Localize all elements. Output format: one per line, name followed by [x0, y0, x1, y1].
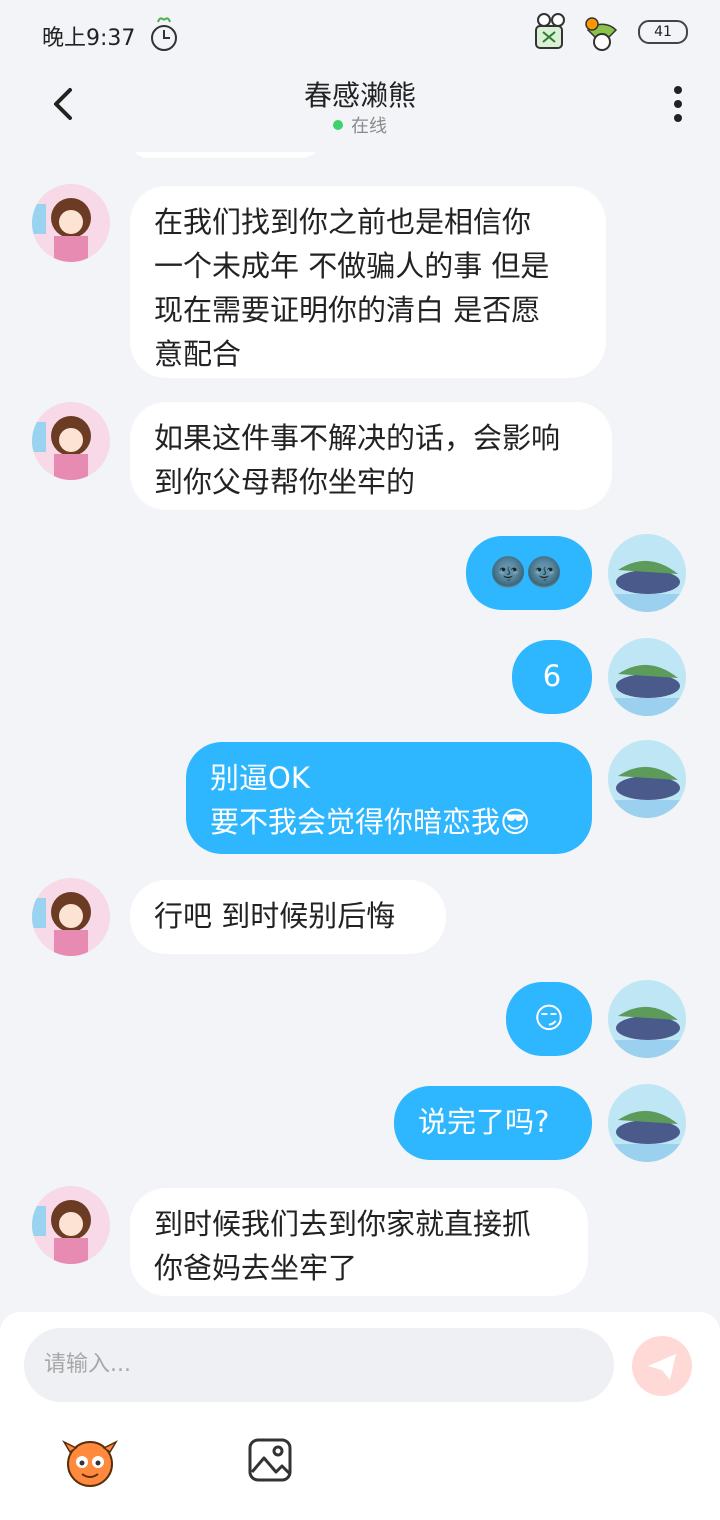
contact-avatar[interactable] — [32, 184, 110, 262]
online-status-label: 在线 — [351, 116, 387, 137]
message-line: 如果这件事不解决的话，会影响 — [154, 421, 561, 455]
contact-name: 春感濑熊 — [303, 79, 416, 112]
message-text: 🌚🌚 — [490, 555, 563, 589]
alarm-clock-icon — [151, 17, 177, 51]
user-avatar[interactable] — [608, 534, 686, 612]
contact-avatar[interactable] — [32, 878, 110, 956]
message-bubble[interactable]: 到时候我们去到你家就直接抓 你爸妈去坐牢了 — [130, 1188, 588, 1296]
message-line: 你爸妈去坐牢了 — [154, 1251, 358, 1285]
image-icon[interactable] — [246, 1436, 294, 1484]
previous-message-bubble — [130, 152, 320, 158]
message-text: 😏 — [533, 1001, 565, 1035]
message-bubble[interactable]: 说完了吗? — [394, 1086, 592, 1160]
message-line: 别逼OK — [210, 761, 310, 795]
more-options-icon[interactable] — [672, 84, 684, 124]
message-bubble[interactable]: 行吧 到时候别后悔 — [130, 880, 446, 954]
message-line: 到你父母帮你坐牢的 — [154, 465, 416, 499]
sticker-icon[interactable] — [60, 1434, 120, 1490]
message-bubble[interactable]: 6 — [512, 640, 592, 714]
user-avatar[interactable] — [608, 980, 686, 1058]
chat-header: 春感濑熊 在线 — [0, 70, 720, 152]
message-bubble[interactable]: 🌚🌚 — [466, 536, 592, 610]
message-input[interactable]: 请输入... — [24, 1328, 614, 1402]
message-text: 6 — [542, 659, 562, 693]
message-bubble[interactable]: 别逼OK 要不我会觉得你暗恋我😎 — [186, 742, 592, 854]
user-avatar[interactable] — [608, 638, 686, 716]
contact-avatar[interactable] — [32, 402, 110, 480]
status-bar: 晚上9:37 41 — [0, 0, 720, 70]
online-dot-icon — [333, 120, 343, 130]
sim-card-icon — [535, 13, 565, 49]
message-bubble[interactable]: 在我们找到你之前也是相信你 一个未成年 不做骗人的事 但是 现在需要证明你的清白… — [130, 186, 606, 378]
wifi-icon — [585, 17, 618, 51]
message-list[interactable]: 在我们找到你之前也是相信你 一个未成年 不做骗人的事 但是 现在需要证明你的清白… — [0, 152, 720, 1310]
message-bubble[interactable]: 😏 — [506, 982, 592, 1056]
status-time: 晚上9:37 — [42, 26, 136, 51]
user-avatar[interactable] — [608, 740, 686, 818]
send-button[interactable] — [632, 1336, 692, 1396]
message-text: 行吧 到时候别后悔 — [154, 899, 396, 933]
status-icons: 41 — [530, 12, 688, 52]
user-avatar[interactable] — [608, 1084, 686, 1162]
battery-indicator: 41 — [638, 20, 688, 44]
message-line: 一个未成年 不做骗人的事 但是 — [154, 249, 550, 283]
message-line: 要不我会觉得你暗恋我😎 — [210, 805, 531, 839]
message-line: 意配合 — [154, 337, 242, 371]
message-line: 到时候我们去到你家就直接抓 — [154, 1207, 532, 1241]
online-status: 在线 — [0, 112, 720, 138]
message-line: 现在需要证明你的清白 是否愿 — [154, 293, 541, 327]
composer: 请输入... — [0, 1312, 720, 1520]
message-text: 说完了吗? — [418, 1105, 550, 1139]
paper-plane-icon — [648, 1354, 676, 1380]
message-line: 在我们找到你之前也是相信你 — [154, 205, 532, 239]
message-bubble[interactable]: 如果这件事不解决的话，会影响 到你父母帮你坐牢的 — [130, 402, 612, 510]
contact-avatar[interactable] — [32, 1186, 110, 1264]
